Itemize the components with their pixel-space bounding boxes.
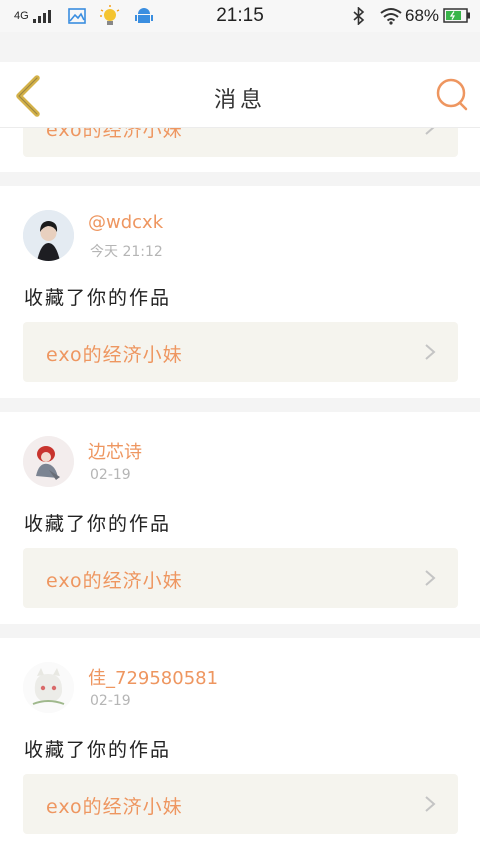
avatar[interactable] bbox=[23, 436, 74, 487]
work-link[interactable]: exo的经济小妹 bbox=[23, 322, 458, 382]
username[interactable]: 边芯诗 bbox=[88, 438, 142, 464]
nav-bar: 消息 bbox=[0, 62, 480, 128]
avatar[interactable] bbox=[23, 210, 74, 261]
status-bar: 4G 21:15 68% bbox=[0, 0, 480, 32]
action-text: 收藏了你的作品 bbox=[24, 513, 172, 535]
message-card: 佳_729580581 02-19 收藏了你的作品 exo的经济小妹 bbox=[0, 638, 480, 854]
username[interactable]: 佳_729580581 bbox=[88, 664, 218, 690]
work-link[interactable]: exo的经济小妹 bbox=[23, 774, 458, 834]
avatar[interactable] bbox=[23, 662, 74, 713]
message-card: @wdcxk 今天 21:12 收藏了你的作品 exo的经济小妹 bbox=[0, 186, 480, 398]
username[interactable]: @wdcxk bbox=[88, 212, 163, 233]
timestamp: 02-19 bbox=[90, 693, 131, 709]
user-avatar-image bbox=[23, 662, 74, 713]
page-title: 消息 bbox=[213, 88, 266, 113]
bluetooth-icon bbox=[353, 7, 365, 25]
message-card: 边芯诗 02-19 收藏了你的作品 exo的经济小妹 bbox=[0, 412, 480, 624]
timestamp: 今天 21:12 bbox=[90, 244, 163, 260]
user-avatar-image bbox=[23, 210, 74, 261]
work-title: exo的经济小妹 bbox=[46, 570, 183, 592]
chevron-right-icon bbox=[425, 570, 436, 586]
chevron-right-icon bbox=[425, 796, 436, 812]
work-title: exo的经济小妹 bbox=[46, 344, 183, 366]
action-text: 收藏了你的作品 bbox=[24, 739, 172, 761]
timestamp: 02-19 bbox=[90, 467, 131, 483]
search-icon[interactable] bbox=[432, 76, 472, 116]
action-text: 收藏了你的作品 bbox=[24, 287, 172, 309]
chevron-right-icon bbox=[425, 344, 436, 360]
battery-percent: 68% bbox=[405, 6, 440, 25]
work-link[interactable]: exo的经济小妹 bbox=[23, 548, 458, 608]
user-avatar-image bbox=[23, 436, 74, 487]
battery-icon bbox=[443, 8, 470, 23]
wifi-icon bbox=[380, 8, 402, 25]
work-title: exo的经济小妹 bbox=[46, 796, 183, 818]
message-list[interactable]: exo的经济小妹 @wdcxk 今天 21:12 收藏了你的作品 exo的经济小… bbox=[0, 62, 480, 854]
